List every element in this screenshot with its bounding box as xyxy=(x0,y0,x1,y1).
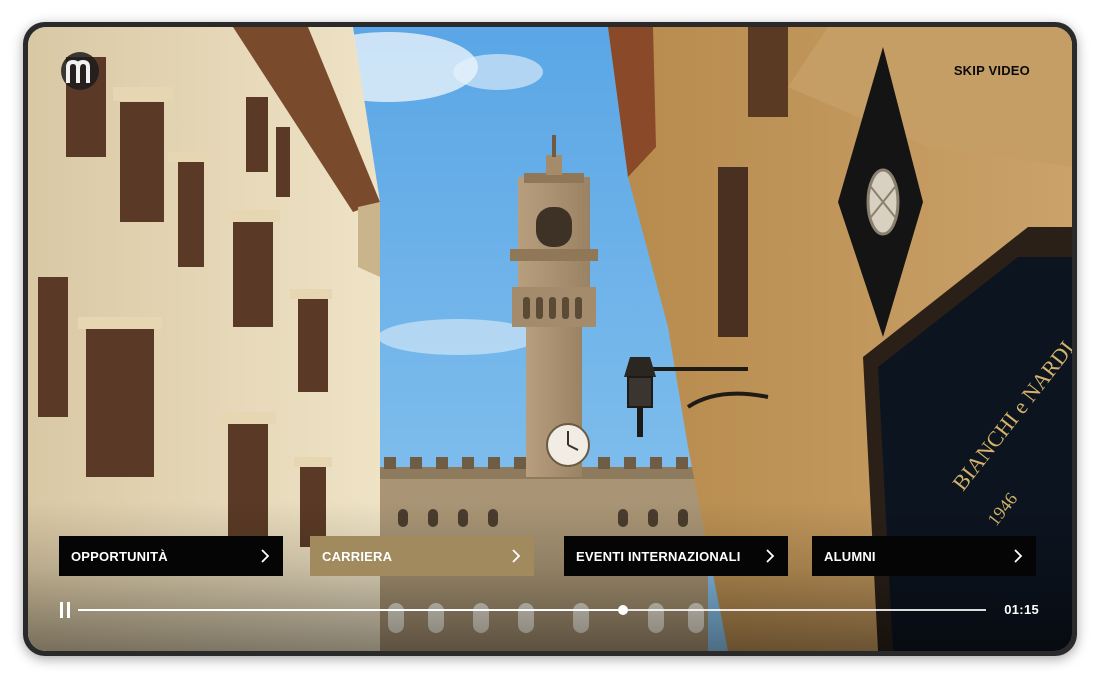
pause-button[interactable] xyxy=(59,602,73,618)
nav-item-alumni[interactable]: ALUMNI xyxy=(812,536,1036,576)
pause-icon xyxy=(67,602,70,618)
nav-item-label: ALUMNI xyxy=(824,548,876,564)
skip-video-button[interactable]: SKIP VIDEO xyxy=(954,63,1030,78)
m-logo-icon xyxy=(61,52,99,90)
nav-item-eventi-internazionali[interactable]: EVENTI INTERNAZIONALI xyxy=(564,536,788,576)
progress-handle[interactable] xyxy=(617,605,628,615)
progress-bar[interactable] xyxy=(78,605,986,615)
chevron-right-icon xyxy=(766,549,775,563)
nav-item-opportunita[interactable]: OPPORTUNITÀ xyxy=(59,536,283,576)
nav-item-label: OPPORTUNITÀ xyxy=(71,548,168,564)
nav-item-label: EVENTI INTERNAZIONALI xyxy=(576,548,741,564)
nav-item-label: CARRIERA xyxy=(322,548,393,564)
video-player[interactable]: BIANCHI e NARDI 1946 SKIP VIDEO OPPORTUN… xyxy=(28,27,1072,651)
chevron-right-icon xyxy=(512,549,521,563)
chevron-right-icon xyxy=(1014,549,1023,563)
section-nav: OPPORTUNITÀ CARRIERA EVENTI INTERNAZIONA… xyxy=(59,536,1039,576)
nav-item-carriera[interactable]: CARRIERA xyxy=(310,536,534,576)
progress-fill xyxy=(78,609,623,611)
pause-icon xyxy=(60,602,63,618)
playback-time: 01:15 xyxy=(1004,602,1039,617)
device-frame: BIANCHI e NARDI 1946 SKIP VIDEO OPPORTUN… xyxy=(23,22,1077,656)
chevron-right-icon xyxy=(261,549,270,563)
player-controls: 01:15 xyxy=(59,599,1039,621)
